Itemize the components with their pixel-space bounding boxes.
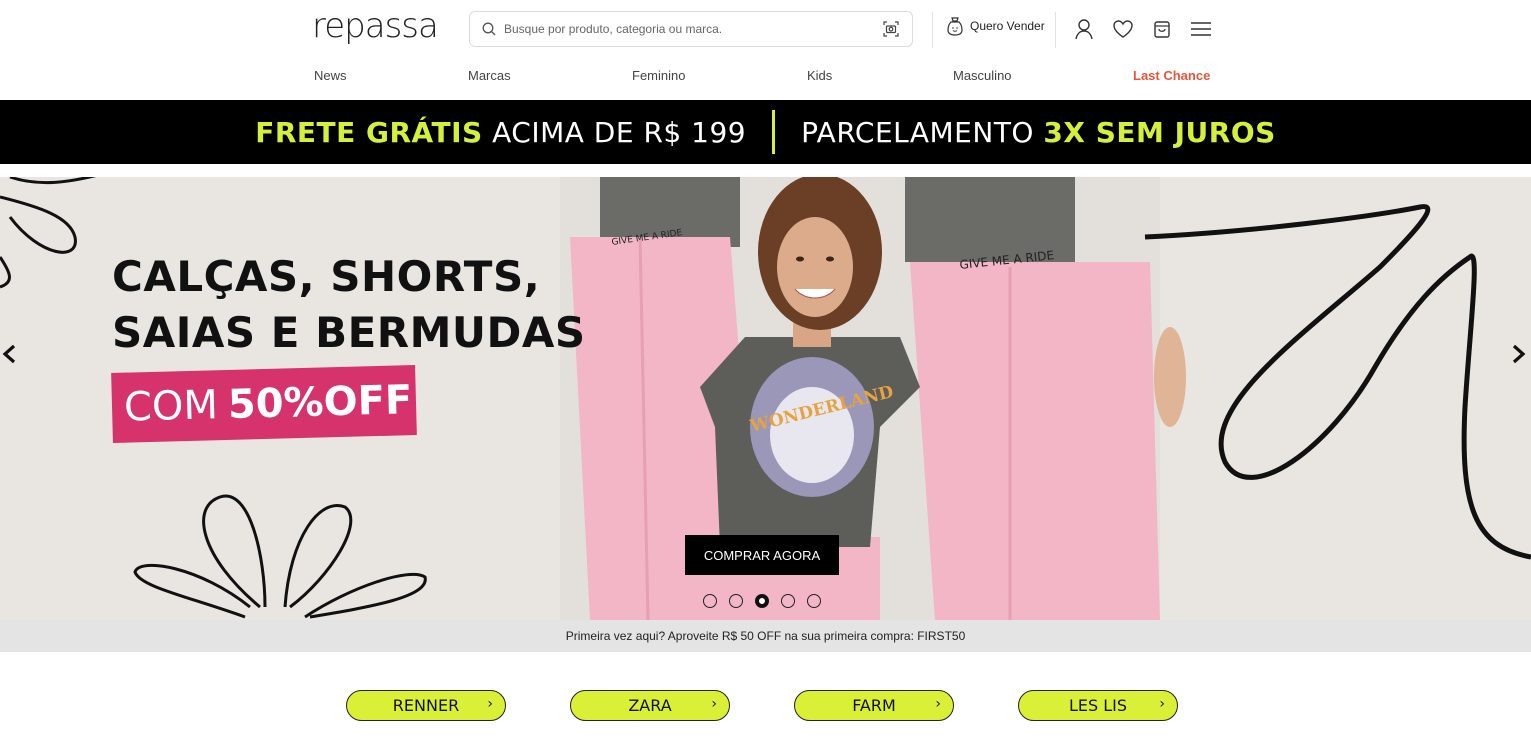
carousel-dot-3[interactable] <box>755 594 769 608</box>
carousel-dot-1[interactable] <box>703 594 717 608</box>
installments-label: PARCELAMENTO <box>801 115 1034 149</box>
brand-pill-label: RENNER <box>392 696 460 715</box>
free-shipping-highlight: FRETE GRÁTIS <box>255 115 483 149</box>
bag-smile-icon <box>947 17 963 36</box>
carousel-prev-arrow-icon[interactable] <box>0 342 24 366</box>
chevron-right-icon: › <box>711 696 717 712</box>
menu-icon[interactable] <box>1189 17 1213 41</box>
search-bar <box>469 11 913 47</box>
nav-item-feminino[interactable]: Feminino <box>632 68 685 83</box>
brand-pill-label: LES LIS <box>1068 696 1128 715</box>
discount-prefix: COM <box>123 382 219 431</box>
carousel-dots <box>703 594 821 608</box>
user-icon[interactable] <box>1072 17 1096 41</box>
search-icon <box>482 22 496 36</box>
promo-banner[interactable]: FRETE GRÁTIS ACIMA DE R$ 199 PARCELAMENT… <box>0 100 1531 164</box>
installments-text: PARCELAMENTO 3X SEM JUROS <box>801 116 1276 149</box>
nav-item-last-chance[interactable]: Last Chance <box>1133 68 1210 83</box>
hero-title-line-2: SAIAS E BERMUDAS <box>112 308 586 357</box>
free-shipping-text: FRETE GRÁTIS ACIMA DE R$ 199 <box>255 116 746 149</box>
nav-item-kids[interactable]: Kids <box>807 68 832 83</box>
sell-button[interactable]: Quero Vender <box>946 16 1045 36</box>
shopping-bag-icon[interactable] <box>1150 17 1174 41</box>
header-divider <box>932 12 933 48</box>
hero-title: CALÇAS, SHORTS, SAIAS E BERMUDAS <box>112 249 586 361</box>
shop-now-button[interactable]: COMPRAR AGORA <box>685 535 839 575</box>
repassa-logo[interactable]: repassa <box>312 6 439 46</box>
first-purchase-text: Primeira vez aqui? Aproveite R$ 50 OFF n… <box>565 629 966 643</box>
site-header: repassa Quero Vender <box>0 0 1531 100</box>
brand-pill-label: ZARA <box>628 696 672 715</box>
hero-title-line-1: CALÇAS, SHORTS, <box>112 252 541 301</box>
chevron-right-icon: › <box>1159 696 1165 712</box>
brand-pill-renner[interactable]: RENNER › <box>346 690 506 721</box>
camera-search-icon[interactable] <box>882 20 900 38</box>
brand-pill-les-lis[interactable]: LES LIS › <box>1018 690 1178 721</box>
chevron-right-icon: › <box>487 696 493 712</box>
hero-carousel[interactable]: GIVE ME A RIDE GIVE ME A RIDE WONDERLAND… <box>0 177 1531 620</box>
sell-label: Quero Vender <box>970 19 1045 33</box>
discount-value: 50%OFF <box>227 377 413 428</box>
carousel-dot-2[interactable] <box>729 594 743 608</box>
header-divider <box>1055 12 1056 48</box>
carousel-dot-4[interactable] <box>781 594 795 608</box>
promo-separator <box>772 110 776 154</box>
main-nav: News Marcas Feminino Kids Masculino Last… <box>0 68 1531 86</box>
brand-pill-farm[interactable]: FARM › <box>794 690 954 721</box>
brand-pill-label: FARM <box>852 696 896 715</box>
carousel-next-arrow-icon[interactable] <box>1505 342 1529 366</box>
installments-highlight: 3X SEM JUROS <box>1043 115 1276 149</box>
nav-item-news[interactable]: News <box>314 68 347 83</box>
chevron-right-icon: › <box>935 696 941 712</box>
brand-pill-zara[interactable]: ZARA › <box>570 690 730 721</box>
heart-icon[interactable] <box>1111 17 1135 41</box>
nav-item-masculino[interactable]: Masculino <box>953 68 1012 83</box>
nav-item-marcas[interactable]: Marcas <box>468 68 511 83</box>
discount-badge: COM 50%OFF <box>111 365 417 443</box>
search-input[interactable] <box>504 22 882 36</box>
first-purchase-bar[interactable]: Primeira vez aqui? Aproveite R$ 50 OFF n… <box>0 620 1531 652</box>
carousel-dot-5[interactable] <box>807 594 821 608</box>
free-shipping-condition: ACIMA DE R$ 199 <box>492 115 747 149</box>
